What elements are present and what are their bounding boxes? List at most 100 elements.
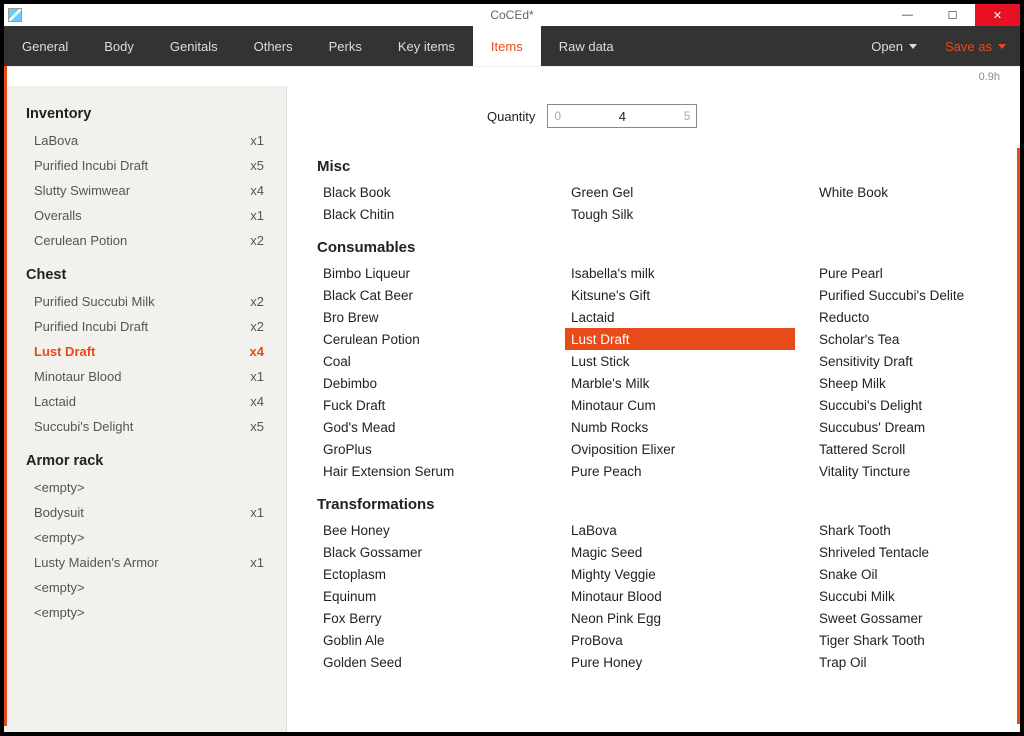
catalog-item[interactable]: Bee Honey bbox=[317, 519, 547, 541]
catalog-item[interactable]: Tiger Shark Tooth bbox=[813, 629, 1020, 651]
catalog-item[interactable]: Vitality Tincture bbox=[813, 460, 1020, 482]
catalog-item[interactable]: Cerulean Potion bbox=[317, 328, 547, 350]
catalog-item[interactable]: Trap Oil bbox=[813, 651, 1020, 673]
open-menu[interactable]: Open bbox=[857, 26, 931, 66]
category-grid: Bimbo LiqueurBlack Cat BeerBro BrewCerul… bbox=[317, 262, 990, 482]
version-bar: 0.9h bbox=[4, 66, 1020, 86]
inventory-item[interactable]: LaBovax1 bbox=[4, 128, 286, 153]
tab-key-items[interactable]: Key items bbox=[380, 26, 473, 66]
catalog-item[interactable]: Minotaur Cum bbox=[565, 394, 795, 416]
tab-body[interactable]: Body bbox=[86, 26, 152, 66]
inventory-item[interactable]: Lusty Maiden's Armorx1 bbox=[4, 550, 286, 575]
catalog-item[interactable]: Numb Rocks bbox=[565, 416, 795, 438]
catalog-item[interactable]: Oviposition Elixer bbox=[565, 438, 795, 460]
tab-genitals[interactable]: Genitals bbox=[152, 26, 236, 66]
inventory-item-name: Minotaur Blood bbox=[34, 369, 121, 384]
catalog-item[interactable]: Pure Honey bbox=[565, 651, 795, 673]
catalog-item[interactable]: Purified Succubi's Delite bbox=[813, 284, 1020, 306]
catalog-item[interactable]: Sweet Gossamer bbox=[813, 607, 1020, 629]
catalog-item[interactable]: God's Mead bbox=[317, 416, 547, 438]
catalog-item[interactable]: Golden Seed bbox=[317, 651, 547, 673]
catalog-item[interactable]: Lust Draft bbox=[565, 328, 795, 350]
catalog-item[interactable]: Sensitivity Draft bbox=[813, 350, 1020, 372]
inventory-item[interactable]: <empty> bbox=[4, 475, 286, 500]
minimize-button[interactable]: — bbox=[885, 4, 930, 26]
catalog-item[interactable]: Black Chitin bbox=[317, 203, 547, 225]
catalog-item[interactable]: Magic Seed bbox=[565, 541, 795, 563]
inventory-item-qty: x5 bbox=[250, 419, 264, 434]
titlebar[interactable]: CoCEd* — ☐ ✕ bbox=[4, 4, 1020, 26]
catalog-item[interactable]: Succubus' Dream bbox=[813, 416, 1020, 438]
catalog-item[interactable]: Kitsune's Gift bbox=[565, 284, 795, 306]
quantity-stepper[interactable]: 0 4 5 bbox=[547, 104, 697, 128]
inventory-item-qty: x4 bbox=[250, 344, 264, 359]
inventory-item[interactable]: Lust Draftx4 bbox=[4, 339, 286, 364]
catalog-item[interactable]: Marble's Milk bbox=[565, 372, 795, 394]
catalog-item[interactable]: Coal bbox=[317, 350, 547, 372]
catalog-item[interactable]: Shriveled Tentacle bbox=[813, 541, 1020, 563]
catalog-item[interactable]: Lust Stick bbox=[565, 350, 795, 372]
catalog-item[interactable]: Black Book bbox=[317, 181, 547, 203]
catalog-item[interactable]: Bro Brew bbox=[317, 306, 547, 328]
catalog-item[interactable]: Fuck Draft bbox=[317, 394, 547, 416]
inventory-item[interactable]: Purified Incubi Draftx5 bbox=[4, 153, 286, 178]
maximize-button[interactable]: ☐ bbox=[930, 4, 975, 26]
catalog-item[interactable]: Tattered Scroll bbox=[813, 438, 1020, 460]
inventory-item[interactable]: Lactaidx4 bbox=[4, 389, 286, 414]
catalog-item[interactable]: GroPlus bbox=[317, 438, 547, 460]
inventory-item[interactable]: Purified Succubi Milkx2 bbox=[4, 289, 286, 314]
catalog-item[interactable]: Fox Berry bbox=[317, 607, 547, 629]
window-title: CoCEd* bbox=[4, 8, 1020, 22]
catalog-item[interactable]: ProBova bbox=[565, 629, 795, 651]
catalog-item[interactable]: White Book bbox=[813, 181, 1020, 203]
catalog-item[interactable]: Hair Extension Serum bbox=[317, 460, 547, 482]
tab-perks[interactable]: Perks bbox=[311, 26, 380, 66]
catalog-item[interactable]: LaBova bbox=[565, 519, 795, 541]
inventory-item-name: Lactaid bbox=[34, 394, 76, 409]
catalog-item[interactable]: Minotaur Blood bbox=[565, 585, 795, 607]
app-window: CoCEd* — ☐ ✕ GeneralBodyGenitalsOthersPe… bbox=[4, 4, 1020, 732]
catalog-item[interactable]: Ectoplasm bbox=[317, 563, 547, 585]
tab-raw-data[interactable]: Raw data bbox=[541, 26, 632, 66]
catalog-item[interactable]: Black Gossamer bbox=[317, 541, 547, 563]
catalog-item[interactable]: Green Gel bbox=[565, 181, 795, 203]
sidebar: InventoryLaBovax1Purified Incubi Draftx5… bbox=[4, 86, 287, 732]
close-button[interactable]: ✕ bbox=[975, 4, 1020, 26]
inventory-item[interactable]: Purified Incubi Draftx2 bbox=[4, 314, 286, 339]
inventory-item[interactable]: Overallsx1 bbox=[4, 203, 286, 228]
tab-items[interactable]: Items bbox=[473, 26, 541, 66]
catalog-item[interactable]: Sheep Milk bbox=[813, 372, 1020, 394]
catalog-item[interactable]: Pure Peach bbox=[565, 460, 795, 482]
inventory-item[interactable]: Cerulean Potionx2 bbox=[4, 228, 286, 253]
catalog-item[interactable]: Succubi's Delight bbox=[813, 394, 1020, 416]
save-as-label: Save as bbox=[945, 39, 992, 54]
catalog-item[interactable]: Goblin Ale bbox=[317, 629, 547, 651]
catalog-item[interactable]: Pure Pearl bbox=[813, 262, 1020, 284]
catalog-item[interactable]: Bimbo Liqueur bbox=[317, 262, 547, 284]
catalog-item[interactable]: Scholar's Tea bbox=[813, 328, 1020, 350]
inventory-item-qty: x1 bbox=[250, 208, 264, 223]
catalog-item[interactable]: Equinum bbox=[317, 585, 547, 607]
inventory-item[interactable]: <empty> bbox=[4, 575, 286, 600]
catalog-item[interactable]: Shark Tooth bbox=[813, 519, 1020, 541]
inventory-item[interactable]: <empty> bbox=[4, 600, 286, 625]
catalog-item[interactable]: Reducto bbox=[813, 306, 1020, 328]
inventory-item[interactable]: Bodysuitx1 bbox=[4, 500, 286, 525]
save-as-menu[interactable]: Save as bbox=[931, 26, 1020, 66]
inventory-item[interactable]: Slutty Swimwearx4 bbox=[4, 178, 286, 203]
inventory-item[interactable]: Succubi's Delightx5 bbox=[4, 414, 286, 439]
inventory-item[interactable]: <empty> bbox=[4, 525, 286, 550]
catalog-item[interactable]: Lactaid bbox=[565, 306, 795, 328]
catalog-item[interactable]: Tough Silk bbox=[565, 203, 795, 225]
catalog-item[interactable]: Isabella's milk bbox=[565, 262, 795, 284]
catalog-item[interactable]: Snake Oil bbox=[813, 563, 1020, 585]
catalog-item[interactable]: Neon Pink Egg bbox=[565, 607, 795, 629]
quantity-value: 4 bbox=[548, 109, 696, 124]
catalog-item[interactable]: Black Cat Beer bbox=[317, 284, 547, 306]
catalog-item[interactable]: Mighty Veggie bbox=[565, 563, 795, 585]
tab-general[interactable]: General bbox=[4, 26, 86, 66]
catalog-item[interactable]: Succubi Milk bbox=[813, 585, 1020, 607]
tab-others[interactable]: Others bbox=[236, 26, 311, 66]
inventory-item[interactable]: Minotaur Bloodx1 bbox=[4, 364, 286, 389]
catalog-item[interactable]: Debimbo bbox=[317, 372, 547, 394]
